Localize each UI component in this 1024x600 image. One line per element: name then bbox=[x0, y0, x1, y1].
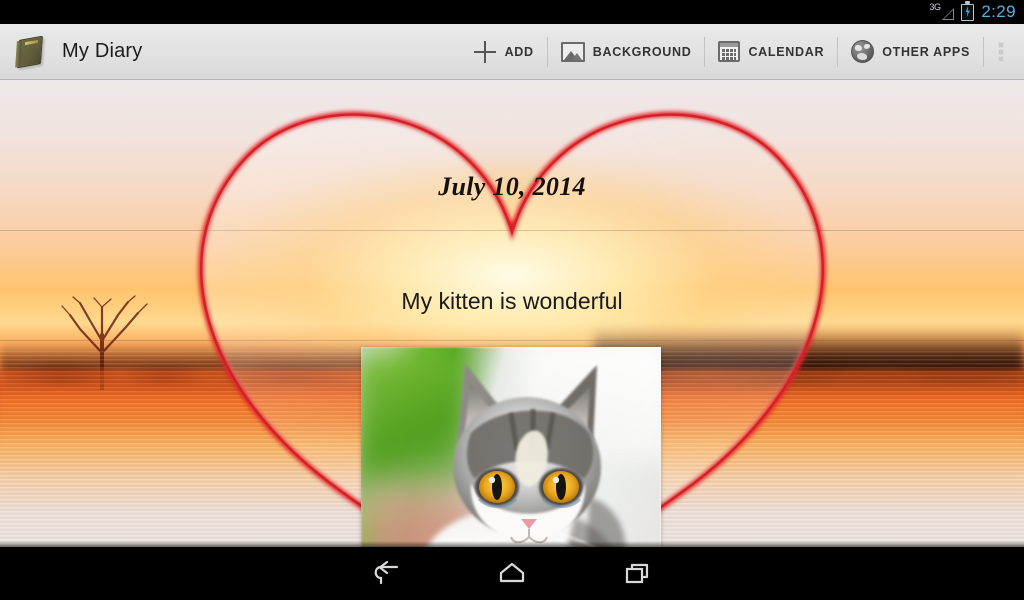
globe-icon bbox=[851, 40, 875, 63]
app-title: My Diary bbox=[62, 40, 143, 62]
plus-icon bbox=[473, 40, 497, 64]
diary-page-canvas[interactable]: July 10, 2014 My kitten is wonderful bbox=[0, 80, 1024, 547]
status-bar-clock: 2:29 bbox=[981, 2, 1016, 21]
other-apps-button[interactable]: OTHER APPS bbox=[838, 29, 983, 75]
background-button-label: BACKGROUND bbox=[592, 44, 692, 59]
calendar-button-label: CALENDAR bbox=[748, 44, 825, 59]
add-button-label: ADD bbox=[504, 44, 534, 59]
entry-date[interactable]: July 10, 2014 bbox=[0, 172, 1024, 202]
recents-icon[interactable] bbox=[618, 554, 658, 594]
battery-charging-icon bbox=[961, 1, 975, 21]
kitten-illustration bbox=[361, 347, 661, 547]
network-type-label: 3G bbox=[929, 2, 941, 12]
app-identity[interactable]: My Diary bbox=[0, 35, 143, 68]
back-arrow-icon[interactable] bbox=[366, 554, 406, 594]
signal-triangle-icon: 3G bbox=[929, 2, 955, 21]
image-icon bbox=[560, 41, 585, 62]
page-rule-line bbox=[0, 230, 1024, 231]
calendar-button[interactable]: CALENDAR bbox=[705, 29, 837, 75]
action-bar-actions: ADD BACKGROUND CALENDAR OTHER APPS bbox=[460, 24, 1024, 80]
page-rule-line bbox=[0, 340, 1024, 341]
add-button[interactable]: ADD bbox=[460, 29, 547, 75]
diary-book-icon bbox=[15, 35, 50, 68]
overflow-menu-icon[interactable] bbox=[984, 29, 1018, 75]
home-icon[interactable] bbox=[492, 554, 532, 594]
entry-text[interactable]: My kitten is wonderful bbox=[0, 288, 1024, 315]
other-apps-button-label: OTHER APPS bbox=[882, 44, 970, 59]
calendar-icon bbox=[718, 41, 741, 62]
kitten-photo[interactable] bbox=[361, 347, 661, 547]
status-bar: 3G 2:29 bbox=[0, 0, 1024, 24]
background-button[interactable]: BACKGROUND bbox=[548, 29, 705, 75]
device-screen: 3G 2:29 My Diary ADD BACKGROUND CALENDAR… bbox=[0, 0, 1024, 600]
action-bar: My Diary ADD BACKGROUND CALENDAR OTHER A… bbox=[0, 24, 1024, 80]
system-nav-bar bbox=[0, 547, 1024, 600]
